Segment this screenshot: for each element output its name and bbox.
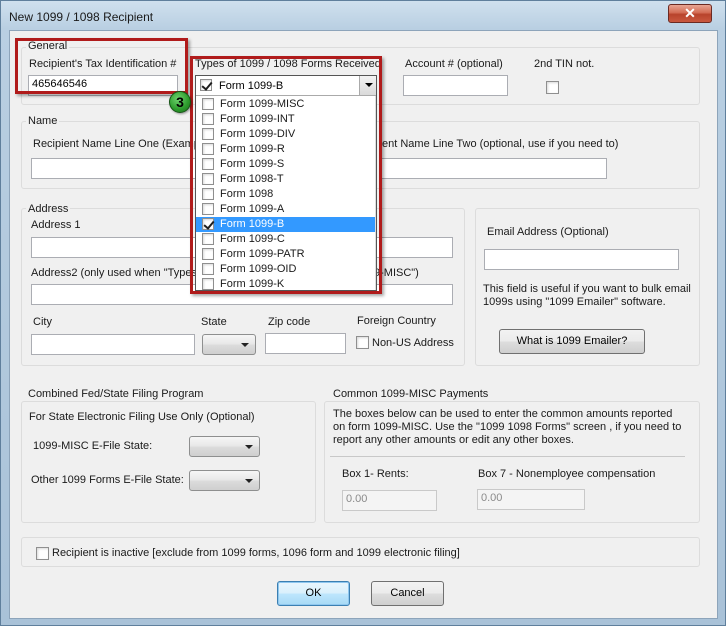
box1-rents-input[interactable]: 0.00 [342, 490, 437, 511]
second-tin-checkbox[interactable] [546, 81, 559, 94]
other-efile-state-select[interactable] [189, 470, 260, 491]
misc-payments-description: The boxes below can be used to enter the… [333, 408, 682, 446]
zip-input[interactable] [265, 333, 346, 354]
close-icon: ✕ [684, 5, 696, 21]
step-number-badge: 3 [169, 91, 191, 113]
state-label: State [201, 316, 227, 328]
name-group-title: Name [26, 115, 60, 127]
fed-state-group-title: Combined Fed/State Filing Program [26, 388, 206, 400]
chevron-down-icon [245, 445, 253, 449]
tin-highlight [15, 38, 188, 94]
other-efile-state-label: Other 1099 Forms E-File State: [31, 474, 184, 486]
email-help-text: This field is useful if you want to bulk… [483, 283, 691, 308]
name-line1-label: Recipient Name Line One (Examp [33, 138, 200, 150]
second-tin-label: 2nd TIN not. [534, 58, 595, 70]
close-button[interactable]: ✕ [668, 4, 712, 23]
non-us-checkbox[interactable] [356, 336, 369, 349]
name-line1-input[interactable] [31, 158, 199, 179]
foreign-country-label: Foreign Country [357, 315, 436, 327]
chevron-down-icon [241, 343, 249, 347]
city-label: City [33, 316, 52, 328]
dialog-window: New 1099 / 1098 Recipient ✕ General Reci… [0, 0, 726, 626]
misc-divider [330, 456, 685, 457]
name-line2-input[interactable] [380, 158, 607, 179]
chevron-down-icon [245, 479, 253, 483]
box1-label: Box 1- Rents: [342, 468, 409, 480]
inactive-label: Recipient is inactive [exclude from 1099… [52, 547, 460, 559]
state-select[interactable] [202, 334, 256, 355]
cancel-button[interactable]: Cancel [371, 581, 444, 606]
inactive-checkbox[interactable] [36, 547, 49, 560]
email-label: Email Address (Optional) [487, 226, 609, 238]
email-input[interactable] [484, 249, 679, 270]
misc-payments-group-title: Common 1099-MISC Payments [331, 388, 491, 400]
forms-dropdown-highlight [190, 56, 382, 294]
address-group-title: Address [26, 203, 71, 215]
account-label: Account # (optional) [405, 58, 503, 70]
box7-label: Box 7 - Nonemployee compensation [478, 468, 656, 480]
ok-button[interactable]: OK [277, 581, 350, 606]
address1-label: Address 1 [31, 219, 81, 231]
what-is-emailer-button[interactable]: What is 1099 Emailer? [499, 329, 645, 354]
zip-label: Zip code [268, 316, 311, 328]
window-title: New 1099 / 1098 Recipient [9, 10, 154, 24]
non-us-label: Non-US Address [372, 337, 454, 349]
box7-nonemployee-input[interactable]: 0.00 [477, 489, 585, 510]
fed-state-subtitle: For State Electronic Filing Use Only (Op… [29, 411, 255, 423]
misc-efile-state-select[interactable] [189, 436, 260, 457]
misc-efile-state-label: 1099-MISC E-File State: [33, 440, 153, 452]
city-input[interactable] [31, 334, 195, 355]
title-bar: New 1099 / 1098 Recipient ✕ [1, 1, 725, 31]
address2-label: Address2 (only used when "Types [31, 267, 197, 279]
account-input[interactable] [403, 75, 508, 96]
name-line2-label: ent Name Line Two (optional, use if you … [382, 138, 619, 150]
